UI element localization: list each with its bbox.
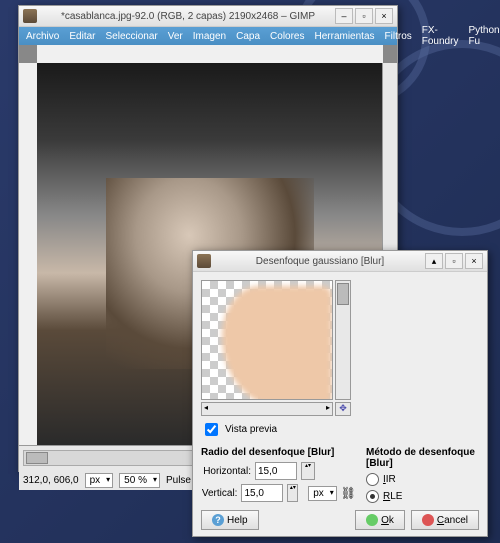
dialog-close-button[interactable]: ×	[465, 253, 483, 269]
help-button[interactable]: ? Help	[201, 510, 259, 530]
menu-imagen[interactable]: Imagen	[188, 31, 231, 42]
cancel-button[interactable]: Cancel	[411, 510, 479, 530]
horizontal-spinner[interactable]: ▴▾	[301, 462, 315, 480]
ok-icon	[366, 514, 378, 526]
vertical-spinner[interactable]: ▴▾	[287, 484, 298, 502]
preview-canvas[interactable]	[201, 280, 333, 400]
blur-unit-combo[interactable]: px	[308, 486, 337, 501]
menu-capa[interactable]: Capa	[231, 31, 265, 42]
help-icon: ?	[212, 514, 224, 526]
menu-herramientas[interactable]: Herramientas	[310, 31, 380, 42]
preview-checkbox[interactable]	[205, 423, 218, 436]
pointer-coords: 312,0, 606,0	[23, 475, 79, 486]
zoom-combo[interactable]: 50 %	[119, 473, 160, 488]
menu-colores[interactable]: Colores	[265, 31, 309, 42]
cancel-icon	[422, 514, 434, 526]
menu-filtros[interactable]: Filtros	[380, 31, 417, 42]
iir-label: IIIRIR	[383, 474, 396, 485]
horizontal-label: Horizontal:	[201, 466, 251, 477]
radius-heading: Radio del desenfoque [Blur]	[201, 447, 334, 458]
close-button[interactable]: ×	[375, 8, 393, 24]
ruler-vertical[interactable]	[19, 63, 38, 445]
menu-editar[interactable]: Editar	[64, 31, 100, 42]
minimize-button[interactable]: –	[335, 8, 353, 24]
preview-image	[222, 286, 332, 400]
preview-scroll-h[interactable]	[201, 402, 333, 416]
ruler-horizontal[interactable]	[37, 45, 383, 64]
iir-radio[interactable]	[366, 473, 379, 486]
horizontal-input[interactable]	[255, 462, 297, 480]
rle-label: RLE	[383, 491, 402, 502]
maximize-button[interactable]: ▫	[355, 8, 373, 24]
menu-bar: Archivo Editar Seleccionar Ver Imagen Ca…	[19, 27, 397, 45]
main-titlebar[interactable]: *casablanca.jpg-92.0 (RGB, 2 capas) 2190…	[19, 6, 397, 27]
menu-seleccionar[interactable]: Seleccionar	[100, 31, 162, 42]
blur-dialog: Desenfoque gaussiano [Blur] ▴ ▫ × ✥ Vist…	[192, 250, 488, 537]
ok-button[interactable]: Ok	[355, 510, 405, 530]
vertical-input[interactable]	[241, 484, 283, 502]
dialog-body: ✥ Vista previa Radio del desenfoque [Blu…	[193, 272, 487, 528]
gimp-icon	[23, 9, 37, 23]
dialog-titlebar[interactable]: Desenfoque gaussiano [Blur] ▴ ▫ ×	[193, 251, 487, 272]
preview-nav-icon[interactable]: ✥	[335, 402, 351, 416]
rle-radio[interactable]	[366, 490, 379, 503]
unit-combo[interactable]: px	[85, 473, 114, 488]
vertical-label: Vertical:	[201, 488, 237, 499]
preview-scroll-v[interactable]	[335, 280, 351, 400]
menu-ver[interactable]: Ver	[163, 31, 188, 42]
dialog-title: Desenfoque gaussiano [Blur]	[215, 256, 425, 267]
chain-icon[interactable]: ⛓	[341, 486, 356, 500]
dialog-max-button[interactable]: ▫	[445, 253, 463, 269]
dialog-shade-button[interactable]: ▴	[425, 253, 443, 269]
main-title: *casablanca.jpg-92.0 (RGB, 2 capas) 2190…	[41, 11, 335, 22]
gimp-icon	[197, 254, 211, 268]
method-heading: Método de desenfoque [Blur]	[366, 447, 475, 469]
menu-pythonfu[interactable]: Python-Fu	[463, 25, 500, 47]
menu-archivo[interactable]: Archivo	[21, 31, 64, 42]
preview-label: Vista previa	[225, 424, 277, 435]
menu-fxfoundry[interactable]: FX-Foundry	[417, 25, 464, 47]
